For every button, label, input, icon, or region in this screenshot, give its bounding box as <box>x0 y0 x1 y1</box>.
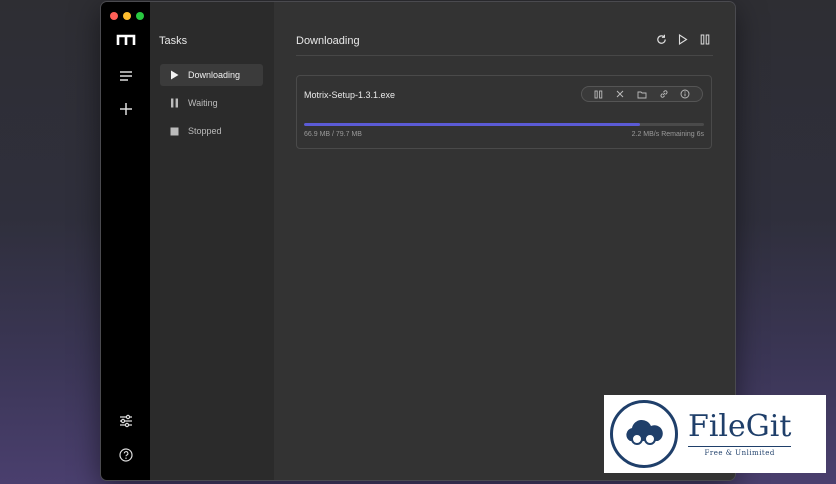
nav-item-label: Downloading <box>188 70 241 80</box>
progress-bar <box>304 123 704 126</box>
pause-icon <box>168 97 180 109</box>
nav-item-downloading[interactable]: Downloading <box>160 64 263 86</box>
pause-icon[interactable] <box>594 89 604 99</box>
task-name: Motrix-Setup-1.3.1.exe <box>304 90 396 100</box>
window-controls <box>110 12 144 20</box>
motrix-logo-icon[interactable] <box>113 27 139 53</box>
progress-fill <box>304 123 640 126</box>
list-menu-icon[interactable] <box>113 63 139 89</box>
page-title: Downloading <box>296 35 360 47</box>
task-item[interactable]: Motrix-Setup-1.3.1.exe 66.9 MB / 79.7 MB… <box>296 75 712 149</box>
header-divider <box>296 55 713 56</box>
help-circle-icon[interactable] <box>113 442 139 468</box>
aside-bar <box>101 2 150 480</box>
close-icon[interactable] <box>615 89 625 99</box>
watermark-badge: FileGit Free & Unlimited <box>604 395 826 473</box>
close-window-button[interactable] <box>110 12 118 20</box>
play-icon <box>168 69 180 81</box>
stop-icon <box>168 125 180 137</box>
resume-all-icon[interactable] <box>677 33 689 45</box>
nav-item-stopped[interactable]: Stopped <box>160 120 263 142</box>
nav-item-label: Waiting <box>188 98 218 108</box>
link-icon[interactable] <box>659 89 669 99</box>
task-speed: 2.2 MB/s Remaining 6s <box>631 131 704 138</box>
plus-icon[interactable] <box>113 96 139 122</box>
watermark-text: FileGit Free & Unlimited <box>688 408 792 457</box>
minimize-window-button[interactable] <box>123 12 131 20</box>
watermark-tagline: Free & Unlimited <box>688 445 792 457</box>
nav-item-label: Stopped <box>188 126 222 136</box>
nav-item-waiting[interactable]: Waiting <box>160 92 263 114</box>
sliders-icon[interactable] <box>113 408 139 434</box>
filegit-logo-icon <box>610 400 678 468</box>
task-subnav: Tasks Downloading Waiting Stopped <box>150 2 274 480</box>
main-toolbar <box>655 33 711 45</box>
pause-all-icon[interactable] <box>699 33 711 45</box>
subnav-title: Tasks <box>159 35 188 47</box>
info-icon[interactable] <box>680 89 690 99</box>
task-size: 66.9 MB / 79.7 MB <box>304 131 362 138</box>
maximize-window-button[interactable] <box>136 12 144 20</box>
task-actions <box>581 86 703 102</box>
folder-icon[interactable] <box>637 89 647 99</box>
refresh-icon[interactable] <box>655 33 667 45</box>
watermark-name: FileGit <box>688 408 792 444</box>
